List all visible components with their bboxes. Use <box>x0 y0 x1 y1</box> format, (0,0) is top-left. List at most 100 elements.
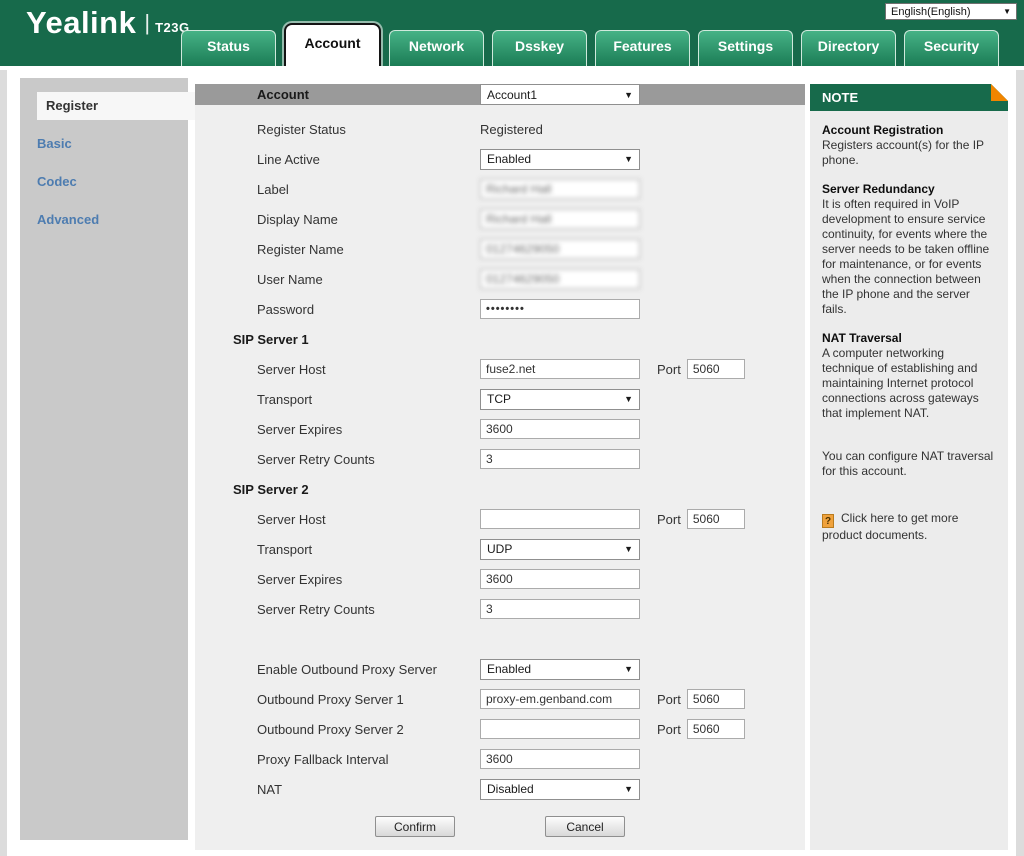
sidebar-item-basic[interactable]: Basic <box>20 130 188 158</box>
user-name-input[interactable] <box>480 269 640 289</box>
page-left-border <box>0 70 7 856</box>
outbound-proxy-1-input[interactable] <box>480 689 640 709</box>
logo-text: Yealink <box>26 8 136 38</box>
port-label: Port <box>657 692 681 707</box>
chevron-down-icon: ▼ <box>1003 7 1011 16</box>
form-spacer <box>195 624 805 654</box>
port-label: Port <box>657 512 681 527</box>
account-select[interactable]: Account1 ▼ <box>480 84 640 105</box>
note-section-configure-nat: You can configure NAT traversal for this… <box>822 449 996 479</box>
top-header: Yealink | T23G English(English) ▼ Status… <box>0 0 1024 66</box>
field-server-retry-1: Server Retry Counts <box>195 444 805 474</box>
field-display-name: Display Name <box>195 204 805 234</box>
sip-server-1-heading: SIP Server 1 <box>195 324 805 354</box>
register-status-value: Registered <box>480 122 543 137</box>
server-port-1-input[interactable] <box>687 359 745 379</box>
server-port-2-input[interactable] <box>687 509 745 529</box>
nat-select[interactable]: Disabled ▼ <box>480 779 640 800</box>
tab-network[interactable]: Network <box>389 30 484 66</box>
tab-status[interactable]: Status <box>181 30 276 66</box>
note-section-nat-traversal: NAT Traversal A computer networking tech… <box>822 331 996 421</box>
note-panel: NOTE Account Registration Registers acco… <box>810 84 1008 850</box>
sidebar-item-register[interactable]: Register <box>37 92 195 120</box>
question-icon: ? <box>822 514 834 528</box>
cancel-button[interactable]: Cancel <box>545 816 625 837</box>
outbound-proxy-port-2-input[interactable] <box>687 719 745 739</box>
display-name-input[interactable] <box>480 209 640 229</box>
tab-directory[interactable]: Directory <box>801 30 896 66</box>
field-line-active: Line Active Enabled ▼ <box>195 144 805 174</box>
server-expires-1-input[interactable] <box>480 419 640 439</box>
sidebar-item-codec[interactable]: Codec <box>20 168 188 196</box>
sidebar: Register Basic Codec Advanced <box>20 78 188 840</box>
sip-server-2-heading: SIP Server 2 <box>195 474 805 504</box>
field-outbound-proxy-2: Outbound Proxy Server 2 Port <box>195 714 805 744</box>
field-register-name: Register Name <box>195 234 805 264</box>
language-select[interactable]: English(English) ▼ <box>885 3 1017 20</box>
note-header: NOTE <box>810 84 1008 111</box>
form-actions: Confirm Cancel <box>195 816 805 837</box>
chevron-down-icon: ▼ <box>624 394 633 404</box>
outbound-proxy-port-1-input[interactable] <box>687 689 745 709</box>
tab-features[interactable]: Features <box>595 30 690 66</box>
field-outbound-proxy-1: Outbound Proxy Server 1 Port <box>195 684 805 714</box>
field-user-name: User Name <box>195 264 805 294</box>
account-select-value: Account1 <box>487 88 537 102</box>
chevron-down-icon: ▼ <box>624 784 633 794</box>
server-host-2-input[interactable] <box>480 509 640 529</box>
logo-divider: | <box>144 10 150 36</box>
outbound-proxy-2-input[interactable] <box>480 719 640 739</box>
tab-account[interactable]: Account <box>284 23 381 66</box>
field-server-host-2: Server Host Port <box>195 504 805 534</box>
yealink-logo: Yealink | T23G <box>26 8 190 38</box>
field-server-expires-2: Server Expires <box>195 564 805 594</box>
note-section-account-registration: Account Registration Registers account(s… <box>822 123 996 168</box>
proxy-fallback-interval-input[interactable] <box>480 749 640 769</box>
register-form: Account Account1 ▼ Register Status Regis… <box>195 84 805 850</box>
field-password: Password <box>195 294 805 324</box>
server-retry-2-input[interactable] <box>480 599 640 619</box>
label-input[interactable] <box>480 179 640 199</box>
port-label: Port <box>657 362 681 377</box>
chevron-down-icon: ▼ <box>624 90 633 100</box>
page-right-border <box>1016 70 1024 856</box>
confirm-button[interactable]: Confirm <box>375 816 455 837</box>
field-server-host-1: Server Host Port <box>195 354 805 384</box>
transport-2-select[interactable]: UDP ▼ <box>480 539 640 560</box>
field-register-status: Register Status Registered <box>195 114 805 144</box>
tab-dsskey[interactable]: Dsskey <box>492 30 587 66</box>
transport-1-select[interactable]: TCP ▼ <box>480 389 640 410</box>
field-server-expires-1: Server Expires <box>195 414 805 444</box>
field-label: Label <box>195 174 805 204</box>
tab-settings[interactable]: Settings <box>698 30 793 66</box>
password-input[interactable] <box>480 299 640 319</box>
note-section-server-redundancy: Server Redundancy It is often required i… <box>822 182 996 317</box>
server-expires-2-input[interactable] <box>480 569 640 589</box>
enable-outbound-proxy-select[interactable]: Enabled ▼ <box>480 659 640 680</box>
line-active-select[interactable]: Enabled ▼ <box>480 149 640 170</box>
server-retry-1-input[interactable] <box>480 449 640 469</box>
note-body: Account Registration Registers account(s… <box>810 111 1008 543</box>
server-host-1-input[interactable] <box>480 359 640 379</box>
account-label: Account <box>195 87 480 102</box>
help-link[interactable]: ?Click here to get more product document… <box>822 511 996 543</box>
chevron-down-icon: ▼ <box>624 544 633 554</box>
field-proxy-fallback-interval: Proxy Fallback Interval <box>195 744 805 774</box>
field-transport-1: Transport TCP ▼ <box>195 384 805 414</box>
field-transport-2: Transport UDP ▼ <box>195 534 805 564</box>
field-enable-outbound-proxy: Enable Outbound Proxy Server Enabled ▼ <box>195 654 805 684</box>
note-title: NOTE <box>822 90 858 105</box>
help-link-text: Click here to get more product documents… <box>822 511 958 542</box>
account-header-row: Account Account1 ▼ <box>195 84 805 105</box>
language-value: English(English) <box>891 6 970 18</box>
field-server-retry-2: Server Retry Counts <box>195 594 805 624</box>
tab-security[interactable]: Security <box>904 30 999 66</box>
main-tab-bar: Status Account Network Dsskey Features S… <box>181 23 999 66</box>
folded-corner-icon <box>986 84 1008 106</box>
chevron-down-icon: ▼ <box>624 154 633 164</box>
port-label: Port <box>657 722 681 737</box>
chevron-down-icon: ▼ <box>624 664 633 674</box>
field-nat: NAT Disabled ▼ <box>195 774 805 804</box>
register-name-input[interactable] <box>480 239 640 259</box>
sidebar-item-advanced[interactable]: Advanced <box>20 206 188 234</box>
